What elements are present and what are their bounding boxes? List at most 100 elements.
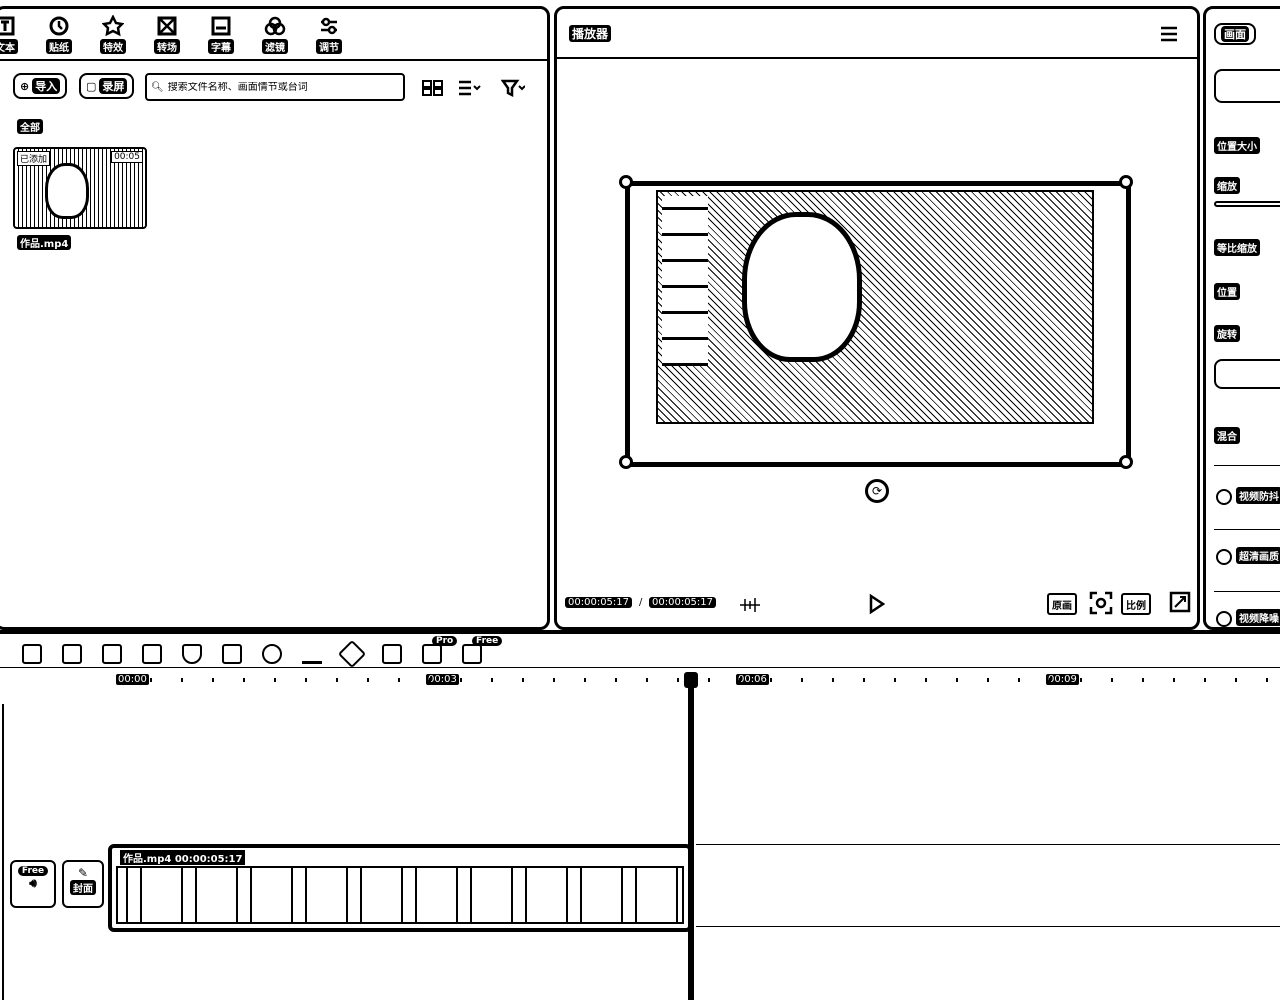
ruler-tick bbox=[1111, 678, 1113, 682]
media-panel: 文本 贴纸 特效 转场 字幕 滤镜 调节 ⊕ 导入 ▢ bbox=[0, 6, 550, 630]
timeline-toolbar: Pro Free bbox=[0, 636, 1280, 669]
ruler-tick bbox=[274, 678, 276, 682]
stabilize-toggle[interactable] bbox=[1216, 489, 1232, 505]
search-input[interactable] bbox=[167, 81, 399, 93]
category-transition[interactable]: 转场 bbox=[145, 15, 189, 54]
timeline-ruler[interactable]: 00:00 00:03 00:06 00:09 bbox=[0, 670, 1280, 692]
transition-icon bbox=[157, 16, 177, 36]
category-label: 特效 bbox=[100, 39, 126, 54]
player-panel: 播放器 ⟳ 00:00:05:17 / 00:00:05:17 原画 比例 bbox=[554, 6, 1200, 630]
resize-handle-top-right[interactable] bbox=[1119, 175, 1133, 189]
import-label: 导入 bbox=[32, 78, 61, 94]
filter-funnel-icon[interactable] bbox=[501, 79, 525, 97]
search-field[interactable]: 🔍︎ bbox=[145, 73, 405, 101]
ruler-tick bbox=[367, 678, 369, 682]
ruler-tick bbox=[305, 678, 307, 682]
category-label: 字幕 bbox=[208, 39, 234, 54]
fullscreen-icon[interactable] bbox=[1169, 591, 1191, 613]
speed-icon[interactable] bbox=[262, 644, 282, 664]
audio-wave-icon[interactable] bbox=[737, 595, 763, 615]
split-icon[interactable] bbox=[22, 644, 42, 664]
playhead-handle[interactable] bbox=[684, 672, 698, 688]
thumbnail-image bbox=[45, 163, 89, 219]
category-subtitle[interactable]: 字幕 bbox=[199, 15, 243, 54]
ruler-tick bbox=[832, 678, 834, 682]
properties-top-button[interactable] bbox=[1214, 69, 1280, 103]
mirror-icon[interactable] bbox=[302, 644, 322, 664]
ruler-time: 00:00 bbox=[116, 674, 149, 685]
ruler-tick bbox=[646, 678, 648, 682]
audio-toggle-button[interactable]: Free 🔊︎ bbox=[10, 860, 56, 908]
blend-label[interactable]: 混合 bbox=[1214, 427, 1240, 444]
ai-tool-icon[interactable] bbox=[422, 644, 442, 664]
hd-toggle[interactable] bbox=[1216, 549, 1232, 565]
smart-tool-icon[interactable] bbox=[462, 644, 482, 664]
total-time: 00:00:05:17 bbox=[649, 597, 717, 608]
original-quality-button[interactable]: 原画 bbox=[1047, 593, 1077, 615]
split-right-icon[interactable] bbox=[102, 644, 122, 664]
resize-handle-top-left[interactable] bbox=[619, 175, 633, 189]
media-thumbnail[interactable]: 已添加 00:05 bbox=[13, 147, 147, 229]
adjust-icon bbox=[321, 17, 337, 35]
ruler-tick bbox=[1080, 678, 1082, 682]
ruler-tick bbox=[677, 678, 679, 682]
category-sticker[interactable]: 贴纸 bbox=[37, 15, 81, 54]
grid-view-icon[interactable] bbox=[421, 79, 445, 97]
resize-handle-bottom-right[interactable] bbox=[1119, 455, 1133, 469]
cover-button[interactable]: ✎ 封面 bbox=[62, 860, 104, 908]
track-edge bbox=[2, 704, 4, 1000]
ruler-tick bbox=[987, 678, 989, 682]
ruler-tick bbox=[336, 678, 338, 682]
ruler-tick bbox=[398, 678, 400, 682]
menu-icon[interactable] bbox=[1159, 25, 1179, 43]
ruler-tick bbox=[801, 678, 803, 682]
uniform-scale-label[interactable]: 等比缩放 bbox=[1214, 239, 1260, 256]
focus-icon[interactable] bbox=[1089, 591, 1113, 615]
video-clip[interactable]: 作品.mp4 00:00:05:17 bbox=[108, 844, 692, 932]
import-icon: ⊕ bbox=[20, 79, 30, 93]
ruler-tick bbox=[615, 678, 617, 682]
ruler-tick bbox=[243, 678, 245, 682]
category-filter[interactable]: 滤镜 bbox=[253, 15, 297, 54]
ruler-tick bbox=[894, 678, 896, 682]
scale-slider[interactable] bbox=[1214, 201, 1280, 207]
added-badge: 已添加 bbox=[17, 151, 51, 166]
ruler-tick bbox=[956, 678, 958, 682]
tab-picture[interactable]: 画面 bbox=[1214, 23, 1256, 45]
playhead[interactable] bbox=[688, 674, 694, 1000]
align-controls[interactable] bbox=[1214, 359, 1280, 389]
record-button[interactable]: ▢ 录屏 bbox=[79, 73, 135, 99]
ruler-tick bbox=[739, 678, 741, 682]
crop-icon[interactable] bbox=[382, 644, 402, 664]
freeze-frame-icon[interactable] bbox=[222, 644, 242, 664]
rotate-icon[interactable] bbox=[337, 639, 367, 669]
denoise-toggle[interactable] bbox=[1216, 611, 1232, 627]
split-left-icon[interactable] bbox=[62, 644, 82, 664]
ruler-tick bbox=[522, 678, 524, 682]
ruler-tick bbox=[212, 678, 214, 682]
category-text[interactable]: 文本 bbox=[0, 15, 27, 54]
sort-icon[interactable] bbox=[457, 79, 481, 97]
play-icon[interactable] bbox=[865, 593, 887, 615]
import-button[interactable]: ⊕ 导入 bbox=[13, 73, 68, 99]
rotate-handle-icon[interactable]: ⟳ bbox=[865, 479, 889, 503]
filter-all-tab[interactable]: 全部 bbox=[17, 119, 43, 134]
ruler-tick bbox=[863, 678, 865, 682]
resize-handle-bottom-left[interactable] bbox=[619, 455, 633, 469]
stabilize-label: 视频防抖 bbox=[1236, 487, 1280, 504]
cover-label: 封面 bbox=[70, 880, 96, 895]
ruler-tick bbox=[1142, 678, 1144, 682]
category-effect[interactable]: 特效 bbox=[91, 15, 135, 54]
aspect-ratio-button[interactable]: 比例 bbox=[1121, 593, 1151, 615]
marker-icon[interactable] bbox=[182, 644, 202, 664]
category-label: 贴纸 bbox=[46, 39, 72, 54]
preview-subject bbox=[742, 212, 862, 362]
ruler-tick bbox=[1266, 678, 1268, 682]
preview-window-lattice bbox=[662, 196, 708, 366]
properties-panel: 画面 位置大小 缩放 等比缩放 位置 旋转 混合 视频防抖 超清画质 视频降噪 bbox=[1203, 6, 1280, 630]
time-separator: / bbox=[639, 597, 643, 608]
ruler-tick bbox=[491, 678, 493, 682]
delete-icon[interactable] bbox=[142, 644, 162, 664]
preview-canvas[interactable] bbox=[625, 181, 1131, 467]
category-adjust[interactable]: 调节 bbox=[307, 15, 351, 54]
